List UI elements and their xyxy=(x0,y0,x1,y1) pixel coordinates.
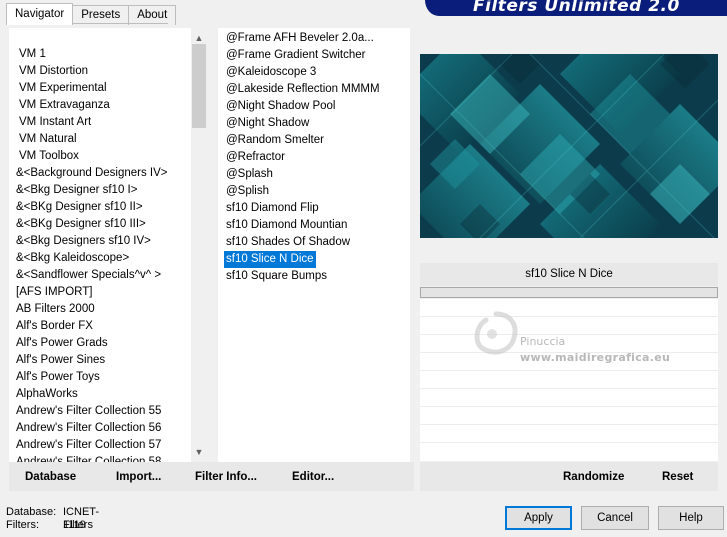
filter-item[interactable]: @Frame Gradient Switcher xyxy=(224,47,368,64)
filter-info-button[interactable]: Filter Info... xyxy=(195,470,257,484)
filter-item[interactable]: @Night Shadow Pool xyxy=(224,98,338,115)
brand-banner: Filters Unlimited 2.0 xyxy=(425,0,727,16)
category-list[interactable]: VM 1 VM Distortion VM Experimental VM Ex… xyxy=(9,28,207,462)
filter-item[interactable]: @Refractor xyxy=(224,149,287,166)
database-label: Database xyxy=(25,471,77,483)
database-button[interactable]: Database xyxy=(25,470,76,484)
watermark-line1: Pinuccia xyxy=(520,335,566,348)
parameter-row xyxy=(420,389,718,407)
category-item[interactable]: Alf's Power Sines xyxy=(14,352,107,369)
filter-item[interactable]: @Splash xyxy=(224,166,275,183)
filter-item[interactable]: sf10 Square Bumps xyxy=(224,268,329,285)
filters-info: Filters: 1119 xyxy=(6,519,86,532)
category-item[interactable]: VM Extravaganza xyxy=(17,97,112,114)
parameter-row xyxy=(420,299,718,317)
filter-item[interactable]: @Random Smelter xyxy=(224,132,326,149)
tab-about[interactable]: About xyxy=(128,5,177,25)
filter-list[interactable]: @Frame AFH Beveler 2.0a... @Frame Gradie… xyxy=(218,28,410,462)
category-item[interactable]: VM Toolbox xyxy=(17,148,81,165)
database-info-label: Database: xyxy=(6,506,57,518)
category-item[interactable]: [AFS IMPORT] xyxy=(14,284,94,301)
category-item[interactable]: &<Bkg Kaleidoscope> xyxy=(14,250,131,267)
parameter-row xyxy=(420,371,718,389)
scroll-thumb[interactable] xyxy=(192,44,206,128)
editor-label: Editor... xyxy=(292,471,335,483)
right-action-bar: Randomize Reset xyxy=(420,462,718,491)
parameter-area xyxy=(420,299,718,461)
category-scrollbar[interactable]: ▲ ▼ xyxy=(191,28,207,462)
scroll-down-icon[interactable]: ▼ xyxy=(191,444,207,460)
category-item[interactable]: AB Filters 2000 xyxy=(14,301,97,318)
category-item[interactable]: VM Experimental xyxy=(17,80,109,97)
category-item[interactable]: VM Distortion xyxy=(17,63,90,80)
selected-filter-name: sf10 Slice N Dice xyxy=(420,263,718,286)
parameter-slider[interactable] xyxy=(420,287,718,298)
filter-info-label: Filter Info... xyxy=(195,471,257,483)
filter-item[interactable]: sf10 Shades Of Shadow xyxy=(224,234,352,251)
category-item[interactable]: Andrew's Filter Collection 56 xyxy=(14,420,163,437)
filter-preview-image xyxy=(420,54,718,238)
import-label: Import... xyxy=(116,471,162,483)
category-item[interactable]: &<BKg Designer sf10 III> xyxy=(14,216,148,233)
category-item[interactable]: &<Bkg Designers sf10 IV> xyxy=(14,233,153,250)
watermark-line2: www.maidiregrafica.eu xyxy=(520,351,671,364)
category-item[interactable]: Alf's Power Toys xyxy=(14,369,102,386)
editor-button[interactable]: Editor... xyxy=(292,470,334,484)
category-item[interactable]: Alf's Border FX xyxy=(14,318,95,335)
category-item[interactable]: &<BKg Designer sf10 II> xyxy=(14,199,145,216)
randomize-button[interactable]: Randomize xyxy=(563,470,624,484)
filters-info-label: Filters: xyxy=(6,519,39,531)
category-item[interactable]: Alf's Power Grads xyxy=(14,335,110,352)
category-item[interactable]: &<Bkg Designer sf10 I> xyxy=(14,182,139,199)
parameter-row xyxy=(420,425,718,443)
category-item[interactable]: &<Background Designers IV> xyxy=(14,165,170,182)
category-item[interactable]: AlphaWorks xyxy=(14,386,80,403)
category-item[interactable]: Andrew's Filter Collection 55 xyxy=(14,403,163,420)
watermark-text: Pinuccia www.maidiregrafica.eu xyxy=(520,334,670,366)
help-button[interactable]: Help xyxy=(658,506,724,530)
apply-button[interactable]: Apply xyxy=(505,506,572,530)
category-item[interactable]: Andrew's Filter Collection 57 xyxy=(14,437,163,454)
filter-item[interactable]: @Night Shadow xyxy=(224,115,311,132)
import-button[interactable]: Import... xyxy=(116,470,161,484)
filter-item[interactable]: @Lakeside Reflection MMMM xyxy=(224,81,382,98)
brand-title: Filters Unlimited 2.0 xyxy=(473,0,680,16)
category-item[interactable]: VM Instant Art xyxy=(17,114,93,131)
tab-navigator[interactable]: Navigator xyxy=(6,3,74,25)
filter-item[interactable]: @Splish xyxy=(224,183,271,200)
filter-item[interactable]: @Frame AFH Beveler 2.0a... xyxy=(224,30,376,47)
database-info: Database: ICNET-Filters xyxy=(6,506,99,531)
category-item[interactable]: VM 1 xyxy=(17,46,48,63)
filter-item[interactable]: sf10 Diamond Mountian xyxy=(224,217,349,234)
randomize-label: Randomize xyxy=(563,471,625,483)
category-item[interactable]: Andrew's Filter Collection 58 xyxy=(14,454,163,462)
reset-label: Reset xyxy=(662,471,694,483)
category-item[interactable]: &<Sandflower Specials^v^ > xyxy=(14,267,163,284)
preview-pattern xyxy=(420,54,718,238)
reset-button[interactable]: Reset xyxy=(662,470,693,484)
filters-info-value: 1119 xyxy=(63,519,86,531)
cancel-button[interactable]: Cancel xyxy=(581,506,649,530)
filter-item[interactable]: sf10 Diamond Flip xyxy=(224,200,321,217)
parameter-row xyxy=(420,317,718,335)
category-item[interactable]: VM Natural xyxy=(17,131,79,148)
parameter-row xyxy=(420,407,718,425)
filter-item[interactable]: @Kaleidoscope 3 xyxy=(224,64,318,81)
left-action-bar: Database Import... Filter Info... Editor… xyxy=(9,462,414,491)
watermark-logo xyxy=(470,308,522,360)
tab-strip: Navigator Presets About xyxy=(6,2,177,25)
tab-presets[interactable]: Presets xyxy=(72,5,130,25)
filter-item-selected[interactable]: sf10 Slice N Dice xyxy=(224,251,316,268)
